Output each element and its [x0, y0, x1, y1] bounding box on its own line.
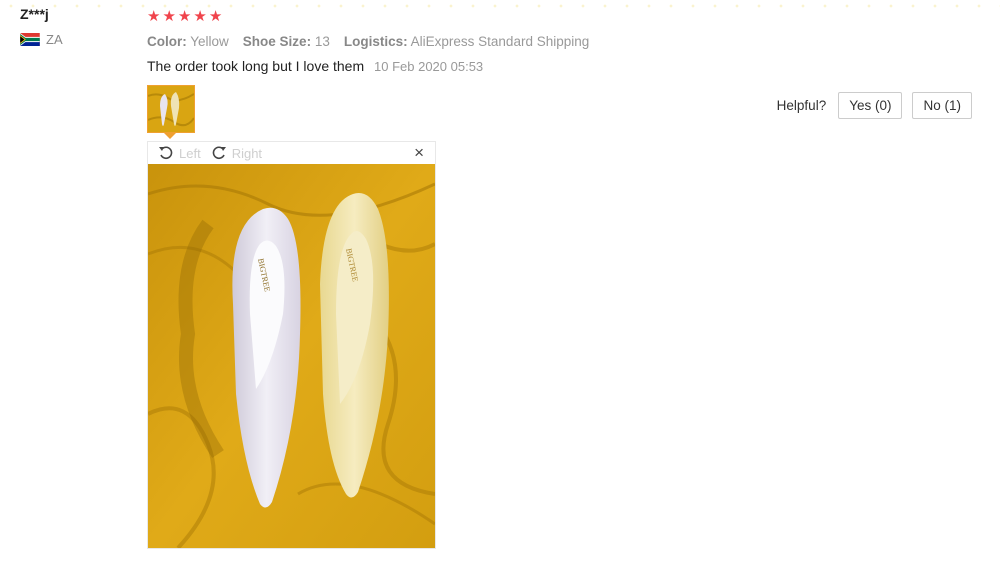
country-code: ZA — [46, 32, 63, 47]
star-icon: ★ — [208, 8, 223, 25]
attr-shoe-size: Shoe Size: 13 — [243, 34, 334, 49]
thumbnail-image — [148, 86, 194, 132]
helpful-label: Helpful? — [776, 98, 827, 113]
reviewer-name: Z***j — [20, 6, 49, 22]
reviewer-country: ZA — [20, 32, 63, 47]
photo-viewer: Left Right × BIGTREE BIGTREE — [147, 141, 436, 549]
order-attributes: Color: Yellow Shoe Size: 13 Logistics: A… — [147, 34, 977, 49]
attr-label: Shoe Size: — [242, 34, 312, 49]
review-photo: BIGTREE BIGTREE — [148, 164, 435, 548]
thumbnail-pointer — [164, 133, 176, 139]
rotate-right-icon — [212, 146, 226, 160]
rotate-right-label: Right — [231, 145, 263, 161]
star-icon: ★ — [162, 8, 176, 25]
vote-yes-button[interactable]: Yes (0) — [838, 92, 903, 119]
rotate-left-button[interactable]: Left — [158, 145, 201, 161]
attr-value: 13 — [314, 34, 330, 49]
reviewer-info: Z***j ZA — [20, 6, 63, 47]
attr-value: AliExpress Standard Shipping — [410, 34, 590, 49]
rotate-left-label: Left — [179, 145, 201, 161]
attr-label: Logistics: — [343, 34, 408, 49]
rotate-right-button[interactable]: Right — [211, 145, 262, 161]
attr-label: Color: — [147, 34, 187, 49]
shoes-photo-image: BIGTREE BIGTREE — [148, 164, 435, 548]
close-icon[interactable]: × — [414, 143, 424, 163]
feedback-line: The order took long but I love them 10 F… — [147, 58, 977, 74]
feedback-date: 10 Feb 2020 05:53 — [374, 59, 484, 74]
star-icon: ★ — [177, 8, 192, 25]
feedback-text: The order took long but I love them — [147, 58, 365, 74]
rotate-left-icon — [159, 146, 173, 160]
south-africa-flag-icon — [20, 33, 40, 46]
star-icon: ★ — [193, 8, 207, 25]
review-body: ★ ★ ★ ★ ★ Color: Yellow Shoe Size: 13 Lo… — [147, 8, 977, 74]
vote-no-button[interactable]: No (1) — [912, 92, 972, 119]
review-photo-thumbnail[interactable] — [147, 85, 195, 133]
attr-logistics: Logistics: AliExpress Standard Shipping — [344, 34, 593, 49]
helpful-voting: Helpful? Yes (0) No (1) — [777, 92, 972, 119]
star-rating: ★ ★ ★ ★ ★ — [147, 8, 977, 26]
viewer-toolbar: Left Right × — [148, 142, 435, 164]
attr-value: Yellow — [190, 34, 229, 49]
star-icon: ★ — [147, 8, 161, 25]
attr-color: Color: Yellow — [147, 34, 233, 49]
